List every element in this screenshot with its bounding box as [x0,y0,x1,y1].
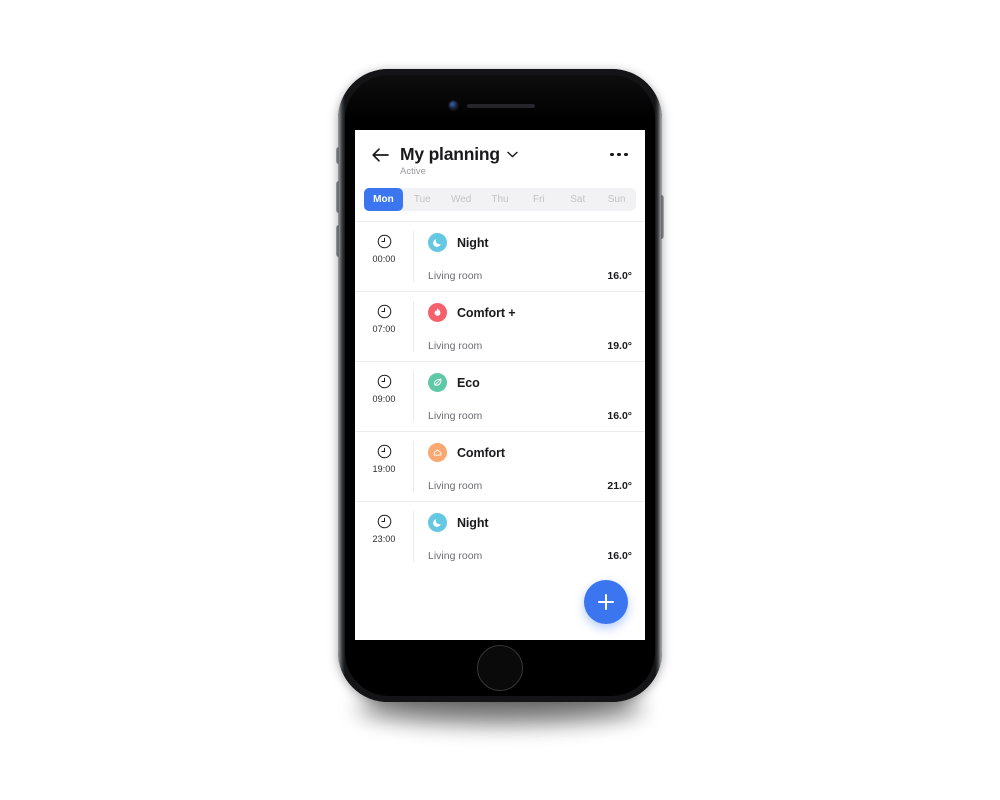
schedule-time: 00:00 [372,254,396,264]
mode-label: Night [457,515,489,530]
room-label: Living room [428,410,483,422]
day-tab-thu[interactable]: Thu [481,188,520,211]
mode-line: Night [428,233,632,252]
day-tab-sat[interactable]: Sat [558,188,597,211]
clock-icon [377,374,392,389]
room-label: Living room [428,270,483,282]
flame-icon [428,303,447,322]
room-temp-line: Living room 16.0° [428,550,632,562]
front-camera-icon [449,101,458,110]
header-row: My planning [370,144,630,165]
schedule-row[interactable]: 09:00 Eco Living room 16.0° [355,361,645,431]
temperature-value: 21.0° [607,480,632,492]
day-tab-tue[interactable]: Tue [403,188,442,211]
add-schedule-button[interactable] [584,580,628,624]
plus-icon-vertical [605,594,607,610]
volume-down-button[interactable] [336,225,340,257]
schedule-row[interactable]: 23:00 Night Living room 16.0° [355,501,645,571]
clock-icon [377,444,392,459]
room-label: Living room [428,480,483,492]
house-icon [428,443,447,462]
title-group[interactable]: My planning [400,144,608,165]
day-tabs: Mon Tue Wed Thu Fri Sat Sun [364,188,636,211]
mode-line: Comfort [428,443,632,462]
more-options-icon[interactable] [608,149,630,161]
room-temp-line: Living room 16.0° [428,270,632,282]
mode-label: Night [457,235,489,250]
moon-icon [428,513,447,532]
mode-label: Comfort [457,445,505,460]
schedule-row[interactable]: 07:00 Comfort + Living room 19.0° [355,291,645,361]
leaf-icon [428,373,447,392]
temperature-value: 16.0° [607,410,632,422]
detail-column: Comfort + Living room 19.0° [413,301,645,352]
home-button[interactable] [477,645,523,691]
time-column: 00:00 [355,231,413,282]
volume-up-button[interactable] [336,181,340,213]
day-tab-sun[interactable]: Sun [597,188,636,211]
temperature-value: 16.0° [607,270,632,282]
clock-icon [377,234,392,249]
detail-column: Night Living room 16.0° [413,511,645,562]
page-title: My planning [400,144,500,164]
schedule-time: 07:00 [372,324,396,334]
day-tab-fri[interactable]: Fri [519,188,558,211]
screenshot-stage: My planning Active Mon Tue Wed Thu Fri S… [0,0,1000,800]
dot-3 [624,152,628,157]
day-selector: Mon Tue Wed Thu Fri Sat Sun [355,177,645,211]
room-temp-line: Living room 16.0° [428,410,632,422]
clock-icon [377,304,392,319]
time-column: 07:00 [355,301,413,352]
mode-line: Night [428,513,632,532]
mode-label: Comfort + [457,305,516,320]
dot-2 [617,152,621,157]
detail-column: Night Living room 16.0° [413,231,645,282]
room-temp-line: Living room 21.0° [428,480,632,492]
day-tab-mon[interactable]: Mon [364,188,403,211]
time-column: 23:00 [355,511,413,562]
phone-device: My planning Active Mon Tue Wed Thu Fri S… [336,69,664,702]
chevron-down-icon[interactable] [507,151,518,158]
schedule-time: 19:00 [372,464,396,474]
schedule-time: 23:00 [372,534,396,544]
silent-switch[interactable] [336,147,340,164]
moon-icon [428,233,447,252]
detail-column: Eco Living room 16.0° [413,371,645,422]
mode-line: Comfort + [428,303,632,322]
schedule-row[interactable]: 00:00 Night Living room 16.0° [355,221,645,291]
back-arrow-icon[interactable] [370,145,390,165]
detail-column: Comfort Living room 21.0° [413,441,645,492]
time-column: 19:00 [355,441,413,492]
app-header: My planning Active [355,130,645,177]
room-label: Living room [428,550,483,562]
time-column: 09:00 [355,371,413,422]
mode-line: Eco [428,373,632,392]
phone-screen: My planning Active Mon Tue Wed Thu Fri S… [355,130,645,640]
planning-status-label: Active [400,166,426,177]
schedule-time: 09:00 [372,394,396,404]
room-label: Living room [428,340,483,352]
day-tab-wed[interactable]: Wed [442,188,481,211]
mode-label: Eco [457,375,480,390]
temperature-value: 19.0° [607,340,632,352]
clock-icon [377,514,392,529]
room-temp-line: Living room 19.0° [428,340,632,352]
schedule-row[interactable]: 19:00 Comfort Living room 21.0° [355,431,645,501]
schedule-list: 00:00 Night Living room 16.0° 07:00 Comf… [355,221,645,571]
earpiece-speaker [467,104,535,108]
dot-1 [610,152,614,157]
power-button[interactable] [660,195,664,239]
temperature-value: 16.0° [607,550,632,562]
